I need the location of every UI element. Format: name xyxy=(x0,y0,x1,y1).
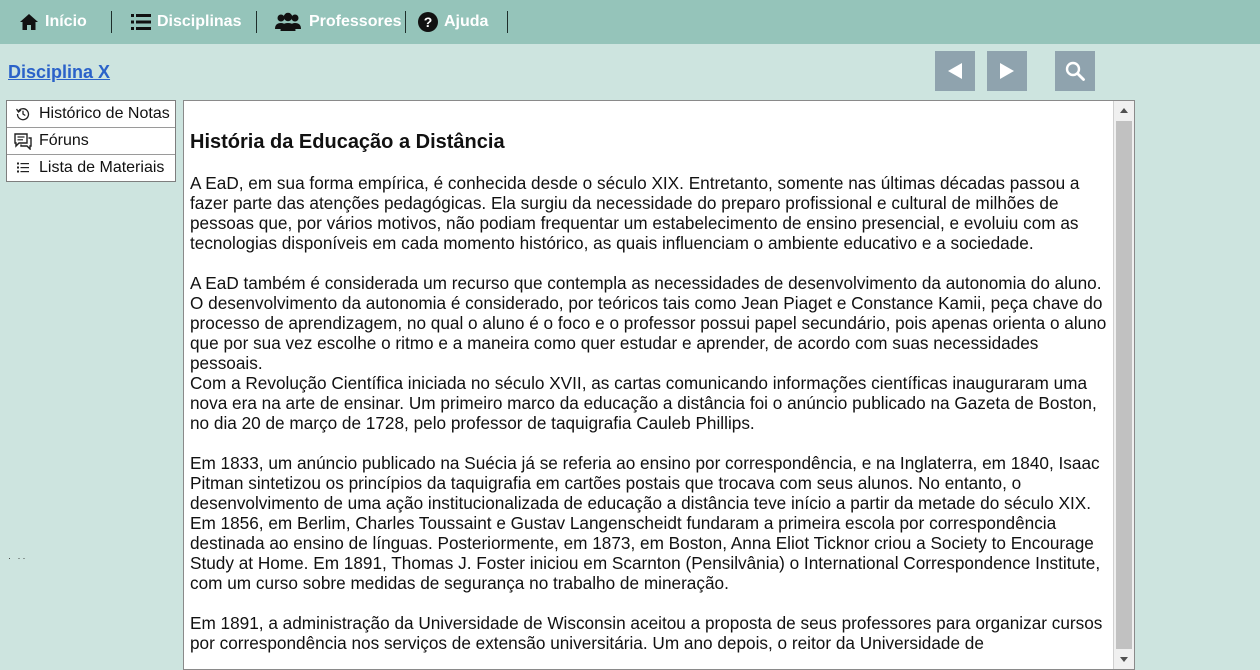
nav-home[interactable]: Início xyxy=(19,10,87,34)
nav-subjects-label: Disciplinas xyxy=(157,13,242,30)
side-item-grade-history[interactable]: Histórico de Notas xyxy=(7,101,175,128)
triangle-right-icon xyxy=(1000,63,1014,79)
side-item-label: Fóruns xyxy=(39,132,89,149)
article: História da Educação a Distância A EaD, … xyxy=(190,101,1110,653)
article-paragraph: Em 1891, a administração da Universidade… xyxy=(190,613,1103,653)
search-icon xyxy=(1065,61,1085,81)
triangle-left-icon xyxy=(948,63,962,79)
side-item-label: Histórico de Notas xyxy=(39,105,170,122)
history-icon xyxy=(7,107,39,121)
help-icon: ? xyxy=(418,12,438,32)
list-icon xyxy=(7,162,39,174)
nav-divider xyxy=(405,11,406,33)
decorative-dots: · ·· xyxy=(8,553,28,563)
article-title: História da Educação a Distância xyxy=(190,131,505,153)
article-paragraph: Com a Revolução Científica iniciada no s… xyxy=(190,373,1097,433)
nav-divider xyxy=(507,11,508,33)
side-menu: Histórico de Notas Fóruns Lista de Mater… xyxy=(6,100,176,182)
nav-teachers[interactable]: Professores xyxy=(275,10,402,34)
subject-title-link[interactable]: Disciplina X xyxy=(8,62,110,83)
side-item-label: Lista de Materiais xyxy=(39,159,165,176)
nav-divider xyxy=(256,11,257,33)
list-icon xyxy=(131,14,151,30)
nav-divider xyxy=(111,11,112,33)
scroll-thumb[interactable] xyxy=(1116,121,1132,649)
article-paragraph: A EaD também é considerada um recurso qu… xyxy=(190,273,1107,373)
article-paragraph: A EaD, em sua forma empírica, é conhecid… xyxy=(190,173,1080,253)
nav-home-label: Início xyxy=(45,13,87,30)
side-item-forums[interactable]: Fóruns xyxy=(7,128,175,155)
chevron-down-icon xyxy=(1120,657,1128,662)
article-paragraph: Em 1833, um anúncio publicado na Suécia … xyxy=(190,453,1101,593)
next-button[interactable] xyxy=(987,51,1027,91)
chevron-up-icon xyxy=(1120,108,1128,113)
home-icon xyxy=(20,14,38,30)
nav-help-label: Ajuda xyxy=(444,13,489,30)
top-nav-bar: Início Disciplinas Professores ? Ajuda xyxy=(0,0,1260,44)
content-frame: História da Educação a Distância A EaD, … xyxy=(183,100,1135,670)
scroll-down-button[interactable] xyxy=(1114,651,1134,669)
nav-help[interactable]: ? Ajuda xyxy=(418,10,488,34)
side-item-materials[interactable]: Lista de Materiais xyxy=(7,155,175,181)
svg-text:?: ? xyxy=(424,14,433,30)
previous-button[interactable] xyxy=(935,51,975,91)
nav-subjects[interactable]: Disciplinas xyxy=(131,10,241,34)
users-icon xyxy=(275,12,301,31)
search-button[interactable] xyxy=(1055,51,1095,91)
forum-icon xyxy=(7,132,39,150)
scroll-up-button[interactable] xyxy=(1114,101,1134,119)
vertical-scrollbar[interactable] xyxy=(1113,101,1134,669)
nav-teachers-label: Professores xyxy=(309,13,402,30)
